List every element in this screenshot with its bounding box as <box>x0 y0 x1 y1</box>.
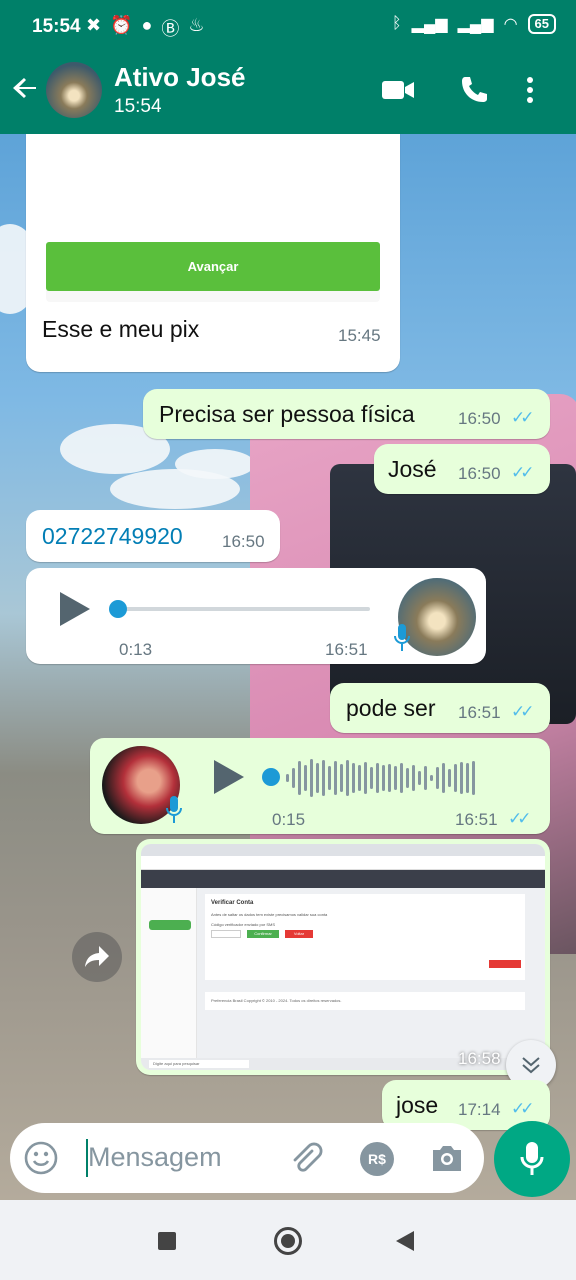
mic-icon <box>394 624 410 651</box>
seek-handle[interactable] <box>109 600 127 618</box>
seek-handle[interactable] <box>262 768 280 786</box>
phone-icon[interactable] <box>456 74 492 106</box>
message-text: pode ser <box>346 695 436 721</box>
read-ticks-icon: ✓✓ <box>511 463 534 482</box>
mic-icon <box>166 796 182 823</box>
message-outgoing-image[interactable]: Verificar Conta Antes de saltar os dados… <box>136 839 550 1075</box>
message-time: 16:51 <box>325 640 368 659</box>
message-incoming[interactable]: 02722749920 16:50 <box>26 510 280 562</box>
embedded-screenshot: Avançar <box>46 242 380 302</box>
status-bar: 15:54 ✖ ⏰ ● Ⓑ ♨ ᛒ ▂▄▆ ▂▄▆ ◠ 65 <box>0 0 576 56</box>
message-time: 17:14 <box>458 1100 501 1119</box>
message-incoming-image[interactable]: Avançar Esse e meu pix 15:45 <box>26 134 400 372</box>
contact-subtitle: 15:54 <box>114 96 162 117</box>
read-ticks-icon: ✓✓ <box>511 408 534 427</box>
image-footer: Preferencia Brasil Copyright © 2010 - 20… <box>211 998 342 1003</box>
message-phone-link[interactable]: 02722749920 <box>42 523 183 550</box>
chat-area[interactable]: Avançar Esse e meu pix 15:45 Precisa ser… <box>0 134 576 1200</box>
read-ticks-icon: ✓✓ <box>511 1099 534 1118</box>
forward-icon <box>85 946 109 967</box>
wifi-icon: ◠ <box>503 16 518 33</box>
mute-icon: ✖ <box>86 15 102 35</box>
contact-avatar[interactable] <box>46 62 102 118</box>
read-ticks-icon: ✓✓ <box>508 809 531 828</box>
message-outgoing[interactable]: pode ser 16:51 ✓✓ <box>330 683 550 733</box>
voice-message-outgoing[interactable]: 0:15 16:51 ✓✓ <box>90 738 550 834</box>
message-time: 16:50 <box>458 464 501 483</box>
alarm-icon: ⏰ <box>110 15 133 35</box>
play-icon[interactable] <box>60 592 90 626</box>
signal2-icon: ▂▄▆ <box>457 16 494 33</box>
mic-icon <box>520 1142 544 1175</box>
contact-name[interactable]: Ativo José <box>114 62 246 93</box>
system-navigation-bar <box>0 1200 576 1280</box>
message-text: jose <box>396 1092 439 1118</box>
image-attachment[interactable]: Verificar Conta Antes de saltar os dados… <box>141 844 545 1070</box>
message-outgoing[interactable]: José 16:50 ✓✓ <box>374 444 550 494</box>
nav-back-icon[interactable] <box>396 1231 414 1251</box>
message-composer[interactable]: Mensagem R$ <box>10 1123 484 1193</box>
b-notification-icon: Ⓑ <box>161 19 180 39</box>
signal-icon: ▂▄▆ <box>411 16 448 33</box>
message-time: 16:50 <box>222 532 265 551</box>
voice-record-button[interactable] <box>494 1121 570 1197</box>
voice-duration: 0:13 <box>119 640 153 659</box>
message-time: 15:45 <box>338 326 381 345</box>
back-arrow-icon[interactable] <box>10 72 42 104</box>
message-text: Esse e meu pix <box>42 316 200 342</box>
message-text: José <box>388 456 437 482</box>
image-cancel: Voltar <box>285 930 313 938</box>
attach-icon[interactable] <box>288 1141 324 1177</box>
image-field-label: Código verificador enviado por SMS <box>211 922 276 927</box>
system-icons: ᛒ ▂▄▆ ▂▄▆ ◠ 65 <box>392 14 556 34</box>
image-confirm: Confirmar <box>247 930 279 938</box>
nav-stop-icon[interactable] <box>158 1232 176 1250</box>
play-icon[interactable] <box>214 760 244 794</box>
image-desc: Antes de saltar os dados tem existe prec… <box>211 912 328 917</box>
read-ticks-icon: ✓✓ <box>511 702 534 721</box>
message-time: 16:51 <box>455 810 498 829</box>
message-time: 16:50 <box>458 409 501 428</box>
message-time: 16:58 <box>458 1049 501 1068</box>
chat-header: Ativo José 15:54 <box>0 56 576 134</box>
image-title: Verificar Conta <box>211 900 254 906</box>
chat-notification-icon: ● <box>141 15 153 35</box>
bank-notification-icon: ♨ <box>188 15 205 35</box>
scroll-down-icon <box>522 1057 540 1074</box>
message-text: Precisa ser pessoa física <box>159 401 415 427</box>
forward-button[interactable] <box>72 932 122 982</box>
voice-message-incoming[interactable]: 0:13 16:51 <box>26 568 486 664</box>
nav-home-icon[interactable] <box>274 1227 302 1255</box>
battery-icon: 65 <box>527 14 556 34</box>
voice-duration: 0:15 <box>272 810 306 829</box>
voice-seekbar[interactable] <box>118 607 370 611</box>
notification-icons: ✖ ⏰ ● Ⓑ ♨ <box>86 15 205 41</box>
advance-button-image: Avançar <box>46 242 380 291</box>
image-taskbar-search: Digite aqui para pesquisar <box>149 1060 249 1068</box>
message-outgoing[interactable]: Precisa ser pessoa física 16:50 ✓✓ <box>143 389 550 439</box>
message-time: 16:51 <box>458 703 501 722</box>
camera-icon[interactable] <box>430 1143 464 1173</box>
emoji-icon[interactable] <box>24 1141 58 1175</box>
status-time: 15:54 <box>32 16 81 37</box>
video-call-icon[interactable] <box>380 74 416 106</box>
message-input[interactable]: Mensagem <box>88 1142 222 1173</box>
bluetooth-icon: ᛒ <box>392 15 402 32</box>
voice-waveform[interactable] <box>286 757 475 799</box>
more-vert-icon[interactable] <box>522 74 538 106</box>
payment-button[interactable]: R$ <box>360 1142 394 1176</box>
